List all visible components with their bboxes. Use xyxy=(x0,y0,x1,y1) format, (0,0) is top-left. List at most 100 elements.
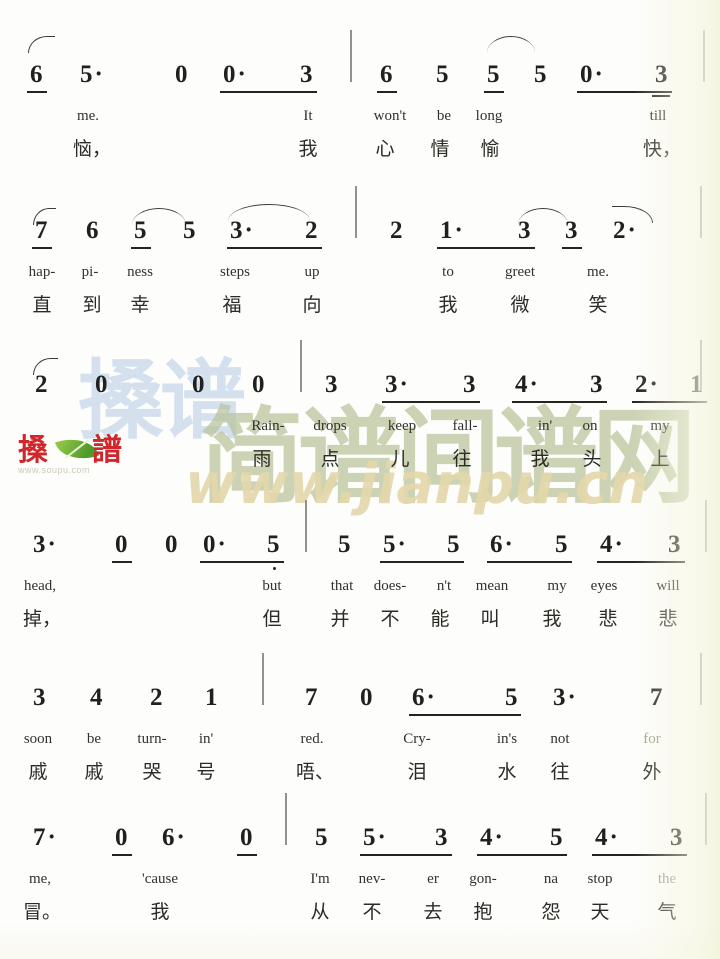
lyric-cn: 点 xyxy=(320,448,340,470)
lyric-en: na xyxy=(543,871,559,887)
lyric-en: but xyxy=(262,578,282,594)
note-numeral: 7 xyxy=(33,825,56,850)
barline xyxy=(705,500,707,552)
lyric-cn: 去 xyxy=(423,901,443,923)
logo-char-right: 譜 xyxy=(92,433,122,468)
logo-char-left: 搡 xyxy=(18,433,48,468)
lyric-en: long xyxy=(475,108,503,124)
lyric-en: till xyxy=(649,108,667,124)
lyric-cn: 幸 xyxy=(130,294,150,316)
note-numeral: 0 xyxy=(95,371,108,398)
beam-underline xyxy=(460,401,480,403)
leaf-icon xyxy=(54,430,100,468)
note-numeral: 5 xyxy=(555,531,568,558)
lyric-en: in' xyxy=(537,418,553,434)
barline xyxy=(355,186,357,238)
lyric-en: stop xyxy=(587,871,613,887)
note-numeral: 0 xyxy=(192,371,205,398)
lyric-en: won't xyxy=(373,108,407,124)
note-numeral: 5 xyxy=(315,824,328,851)
beam-underline xyxy=(264,561,284,563)
barline xyxy=(700,186,702,238)
lyric-en: head, xyxy=(23,578,57,594)
note-numeral: 3 xyxy=(33,684,46,711)
beam-underline xyxy=(112,854,132,856)
barline xyxy=(350,30,352,82)
note-numeral: 6 xyxy=(162,825,185,850)
lyric-en: ness xyxy=(127,264,153,280)
beam-underline xyxy=(652,95,670,97)
note-numeral: 5 xyxy=(338,531,351,558)
lyric-cn: 到 xyxy=(82,294,102,316)
note-numeral: 3 xyxy=(655,61,668,88)
barline xyxy=(705,793,707,845)
note-numeral: 0 xyxy=(175,61,188,88)
note-numeral: 0 xyxy=(360,684,373,711)
beam-underline xyxy=(515,247,535,249)
lyric-cn: 但 xyxy=(262,608,282,630)
note-numeral: 5 xyxy=(383,532,406,557)
lyric-en: me. xyxy=(76,108,100,124)
beam-underline xyxy=(552,561,572,563)
note-numeral: 3 xyxy=(463,371,476,398)
lyric-cn: 从 xyxy=(310,901,330,923)
lyric-cn: 唔、 xyxy=(295,761,335,783)
note-numeral: 3 xyxy=(230,218,253,243)
note-numeral: 1 xyxy=(205,684,218,711)
lyric-cn: 微 xyxy=(510,294,530,316)
lyric-en: I'm xyxy=(310,871,330,887)
lyric-en: my xyxy=(547,578,567,594)
note-numeral: 6 xyxy=(412,685,435,710)
note-numeral: 3 xyxy=(300,61,313,88)
note-numeral: 3 xyxy=(33,532,56,557)
lyric-en: fall- xyxy=(452,418,478,434)
beam-underline xyxy=(377,91,397,93)
lyric-cn: 直 xyxy=(32,294,52,316)
beam-underline xyxy=(297,91,317,93)
lyric-cn: 冒。 xyxy=(22,901,62,923)
note-numeral: 1 xyxy=(440,218,463,243)
lyric-en: pi- xyxy=(81,264,99,280)
lyric-cn: 水 xyxy=(497,761,517,783)
lyric-en: will xyxy=(656,578,680,594)
beam-underline xyxy=(587,401,607,403)
barline xyxy=(262,653,264,705)
barline xyxy=(700,653,702,705)
lyric-cn: 我 xyxy=(542,608,562,630)
barline xyxy=(305,500,307,552)
note-numeral: 4 xyxy=(515,372,538,397)
sheet-music-page: 搡谱 简谱间谱网 www.jianpu.cn 搡 譜 www.soupu.com… xyxy=(0,0,720,959)
note-numeral: 6 xyxy=(86,217,99,244)
lyric-en: up xyxy=(304,264,320,280)
lyric-en: n't xyxy=(436,578,452,594)
lyric-cn: 雨 xyxy=(252,448,272,470)
lyric-en: eyes xyxy=(590,578,618,594)
lyric-en: er xyxy=(427,871,439,887)
lyric-cn: 不 xyxy=(380,608,400,630)
beam-underline xyxy=(409,714,521,716)
lyric-en: my xyxy=(650,418,670,434)
beam-underline xyxy=(652,91,672,93)
lyric-cn: 情 xyxy=(430,138,450,160)
note-numeral: 2 xyxy=(305,217,318,244)
note-numeral: 0 xyxy=(223,62,246,87)
lyric-cn: 向 xyxy=(302,294,322,316)
lyric-en: turn- xyxy=(137,731,167,747)
note-numeral: 6 xyxy=(490,532,513,557)
lyric-en: to xyxy=(442,264,454,280)
beam-underline xyxy=(484,91,504,93)
lyric-en: Cry- xyxy=(403,731,431,747)
note-numeral: 7 xyxy=(650,684,663,711)
lyric-en: nev- xyxy=(358,871,386,887)
beam-underline xyxy=(444,561,464,563)
note-numeral: 2 xyxy=(150,684,163,711)
lyric-en: me. xyxy=(586,264,610,280)
note-numeral: 3 xyxy=(435,824,448,851)
lyric-cn: 悲 xyxy=(658,608,678,630)
note-numeral: 0 xyxy=(252,371,265,398)
beam-underline xyxy=(547,854,567,856)
note-numeral: 4 xyxy=(480,825,503,850)
watermark-green-cjk: 简谱间谱网 xyxy=(200,396,696,518)
lyric-en: for xyxy=(643,731,661,747)
note-numeral: 5 xyxy=(80,62,103,87)
